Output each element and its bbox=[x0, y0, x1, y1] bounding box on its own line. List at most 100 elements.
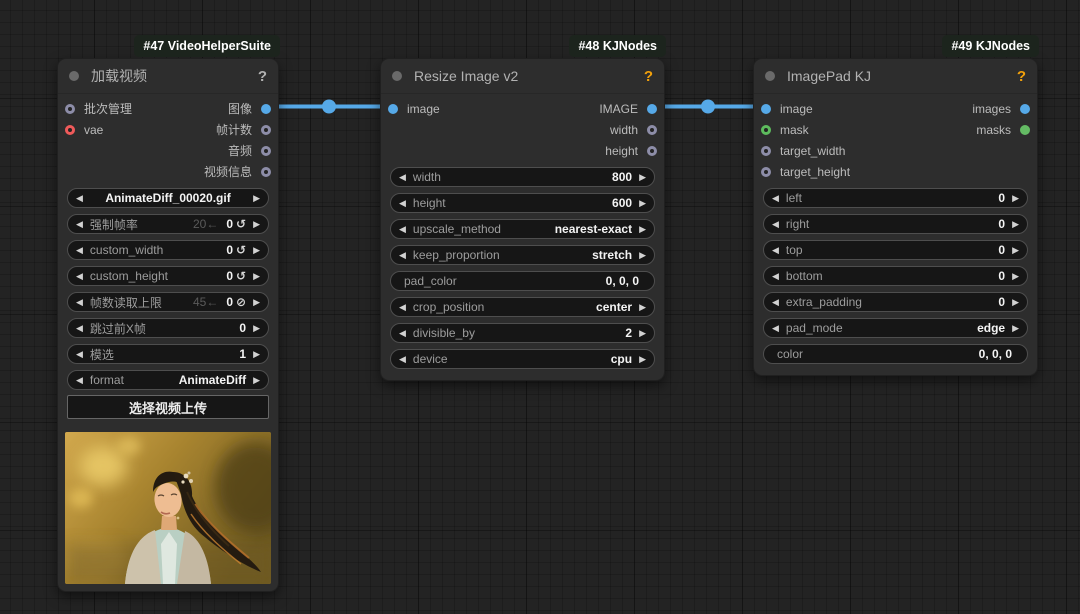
widget-skip-first-frames[interactable]: ◀ 跳过前X帧 0 ▶ bbox=[67, 318, 269, 338]
widget-bottom[interactable]: ◀ bottom 0 ▶ bbox=[763, 266, 1028, 286]
widget-pad-color[interactable]: pad_color 0, 0, 0 bbox=[390, 271, 655, 291]
prev-arrow-icon[interactable]: ◀ bbox=[399, 251, 406, 260]
output-slot-images[interactable] bbox=[1020, 104, 1030, 114]
input-slot-image[interactable] bbox=[388, 104, 398, 114]
prev-arrow-icon[interactable]: ◀ bbox=[399, 199, 406, 208]
next-arrow-icon[interactable]: ▶ bbox=[1012, 220, 1019, 229]
prev-arrow-icon[interactable]: ◀ bbox=[76, 324, 83, 333]
widget-device[interactable]: ◀ device cpu ▶ bbox=[390, 349, 655, 369]
next-arrow-icon[interactable]: ▶ bbox=[253, 194, 260, 203]
output-label: width bbox=[610, 123, 638, 137]
prev-arrow-icon[interactable]: ◀ bbox=[772, 298, 779, 307]
widget-crop-position[interactable]: ◀ crop_position center ▶ bbox=[390, 297, 655, 317]
widget-left[interactable]: ◀ left 0 ▶ bbox=[763, 188, 1028, 208]
reset-icon[interactable]: ↺ bbox=[236, 243, 246, 257]
disabled-icon[interactable]: ⊘ bbox=[236, 295, 246, 309]
next-arrow-icon[interactable]: ▶ bbox=[253, 246, 260, 255]
prev-arrow-icon[interactable]: ◀ bbox=[399, 329, 406, 338]
input-slot-vae[interactable] bbox=[65, 125, 75, 135]
output-slot-image[interactable] bbox=[261, 104, 271, 114]
help-icon[interactable]: ? bbox=[258, 68, 267, 85]
prev-arrow-icon[interactable]: ◀ bbox=[399, 225, 406, 234]
reset-icon[interactable]: ↺ bbox=[236, 269, 246, 283]
prev-arrow-icon[interactable]: ◀ bbox=[399, 173, 406, 182]
node-resize-image-v2[interactable]: #48 KJNodes Resize Image v2 ? image IMAG… bbox=[380, 58, 665, 381]
widget-right[interactable]: ◀ right 0 ▶ bbox=[763, 214, 1028, 234]
node-load-video[interactable]: #47 VideoHelperSuite 加载视频 ? 批次管理 图像 vae … bbox=[57, 58, 279, 592]
widget-height[interactable]: ◀ height 600 ▶ bbox=[390, 193, 655, 213]
widget-color[interactable]: color 0, 0, 0 bbox=[763, 344, 1028, 364]
prev-arrow-icon[interactable]: ◀ bbox=[76, 350, 83, 359]
slot-row: height bbox=[381, 140, 664, 161]
next-arrow-icon[interactable]: ▶ bbox=[253, 220, 260, 229]
widget-format[interactable]: ◀ format AnimateDiff ▶ bbox=[67, 370, 269, 390]
next-arrow-icon[interactable]: ▶ bbox=[1012, 246, 1019, 255]
next-arrow-icon[interactable]: ▶ bbox=[639, 355, 646, 364]
widget-force-rate[interactable]: ◀ 强制帧率 20← 0 ↺ ▶ bbox=[67, 214, 269, 234]
prev-arrow-icon[interactable]: ◀ bbox=[76, 220, 83, 229]
widget-custom-height[interactable]: ◀ custom_height 0 ↺ ▶ bbox=[67, 266, 269, 286]
next-arrow-icon[interactable]: ▶ bbox=[253, 350, 260, 359]
prev-arrow-icon[interactable]: ◀ bbox=[772, 324, 779, 333]
widget-extra-padding[interactable]: ◀ extra_padding 0 ▶ bbox=[763, 292, 1028, 312]
next-arrow-icon[interactable]: ▶ bbox=[639, 303, 646, 312]
collapse-dot-icon[interactable] bbox=[392, 71, 402, 81]
collapse-dot-icon[interactable] bbox=[69, 71, 79, 81]
widget-select-every-nth[interactable]: ◀ 模选 1 ▶ bbox=[67, 344, 269, 364]
prev-arrow-icon[interactable]: ◀ bbox=[76, 194, 83, 203]
prev-arrow-icon[interactable]: ◀ bbox=[399, 303, 406, 312]
prev-arrow-icon[interactable]: ◀ bbox=[772, 272, 779, 281]
output-slot-audio[interactable] bbox=[261, 146, 271, 156]
prev-arrow-icon[interactable]: ◀ bbox=[76, 246, 83, 255]
prev-arrow-icon[interactable]: ◀ bbox=[399, 355, 406, 364]
next-arrow-icon[interactable]: ▶ bbox=[639, 173, 646, 182]
widget-keep-proportion[interactable]: ◀ keep_proportion stretch ▶ bbox=[390, 245, 655, 265]
widget-frame-load-cap[interactable]: ◀ 帧数读取上限 45← 0 ⊘ ▶ bbox=[67, 292, 269, 312]
output-slot-video-info[interactable] bbox=[261, 167, 271, 177]
next-arrow-icon[interactable]: ▶ bbox=[639, 199, 646, 208]
widget-custom-width[interactable]: ◀ custom_width 0 ↺ ▶ bbox=[67, 240, 269, 260]
next-arrow-icon[interactable]: ▶ bbox=[639, 251, 646, 260]
next-arrow-icon[interactable]: ▶ bbox=[253, 272, 260, 281]
next-arrow-icon[interactable]: ▶ bbox=[253, 376, 260, 385]
widget-pad-mode[interactable]: ◀ pad_mode edge ▶ bbox=[763, 318, 1028, 338]
next-arrow-icon[interactable]: ▶ bbox=[253, 324, 260, 333]
output-slot-frame-count[interactable] bbox=[261, 125, 271, 135]
input-slot-image[interactable] bbox=[761, 104, 771, 114]
prev-arrow-icon[interactable]: ◀ bbox=[772, 194, 779, 203]
link-midpoint-dot[interactable] bbox=[701, 100, 715, 114]
next-arrow-icon[interactable]: ▶ bbox=[1012, 194, 1019, 203]
reset-icon[interactable]: ↺ bbox=[236, 217, 246, 231]
link-midpoint-dot[interactable] bbox=[322, 100, 336, 114]
widget-video-file[interactable]: ◀ AnimateDiff_00020.gif ▶ bbox=[67, 188, 269, 208]
next-arrow-icon[interactable]: ▶ bbox=[1012, 272, 1019, 281]
output-slot-height[interactable] bbox=[647, 146, 657, 156]
prev-arrow-icon[interactable]: ◀ bbox=[76, 298, 83, 307]
widget-divisible-by[interactable]: ◀ divisible_by 2 ▶ bbox=[390, 323, 655, 343]
prev-arrow-icon[interactable]: ◀ bbox=[76, 376, 83, 385]
next-arrow-icon[interactable]: ▶ bbox=[1012, 298, 1019, 307]
output-slot-image[interactable] bbox=[647, 104, 657, 114]
output-slot-width[interactable] bbox=[647, 125, 657, 135]
choose-video-upload-button[interactable]: 选择视频上传 bbox=[67, 395, 269, 419]
next-arrow-icon[interactable]: ▶ bbox=[1012, 324, 1019, 333]
collapse-dot-icon[interactable] bbox=[765, 71, 775, 81]
input-slot-batch-manager[interactable] bbox=[65, 104, 75, 114]
input-slot-mask[interactable] bbox=[761, 125, 771, 135]
node-graph-canvas[interactable]: { "colors": { "link": "#56a9e8", "slot_i… bbox=[0, 0, 1080, 614]
widget-width[interactable]: ◀ width 800 ▶ bbox=[390, 167, 655, 187]
widget-top[interactable]: ◀ top 0 ▶ bbox=[763, 240, 1028, 260]
output-slot-masks[interactable] bbox=[1020, 125, 1030, 135]
prev-arrow-icon[interactable]: ◀ bbox=[772, 246, 779, 255]
input-slot-target-width[interactable] bbox=[761, 146, 771, 156]
next-arrow-icon[interactable]: ▶ bbox=[253, 298, 260, 307]
node-imagepad-kj[interactable]: #49 KJNodes ImagePad KJ ? image images m… bbox=[753, 58, 1038, 376]
help-icon[interactable]: ? bbox=[644, 68, 653, 85]
next-arrow-icon[interactable]: ▶ bbox=[639, 329, 646, 338]
prev-arrow-icon[interactable]: ◀ bbox=[76, 272, 83, 281]
input-slot-target-height[interactable] bbox=[761, 167, 771, 177]
widget-upscale-method[interactable]: ◀ upscale_method nearest-exact ▶ bbox=[390, 219, 655, 239]
next-arrow-icon[interactable]: ▶ bbox=[639, 225, 646, 234]
help-icon[interactable]: ? bbox=[1017, 68, 1026, 85]
prev-arrow-icon[interactable]: ◀ bbox=[772, 220, 779, 229]
